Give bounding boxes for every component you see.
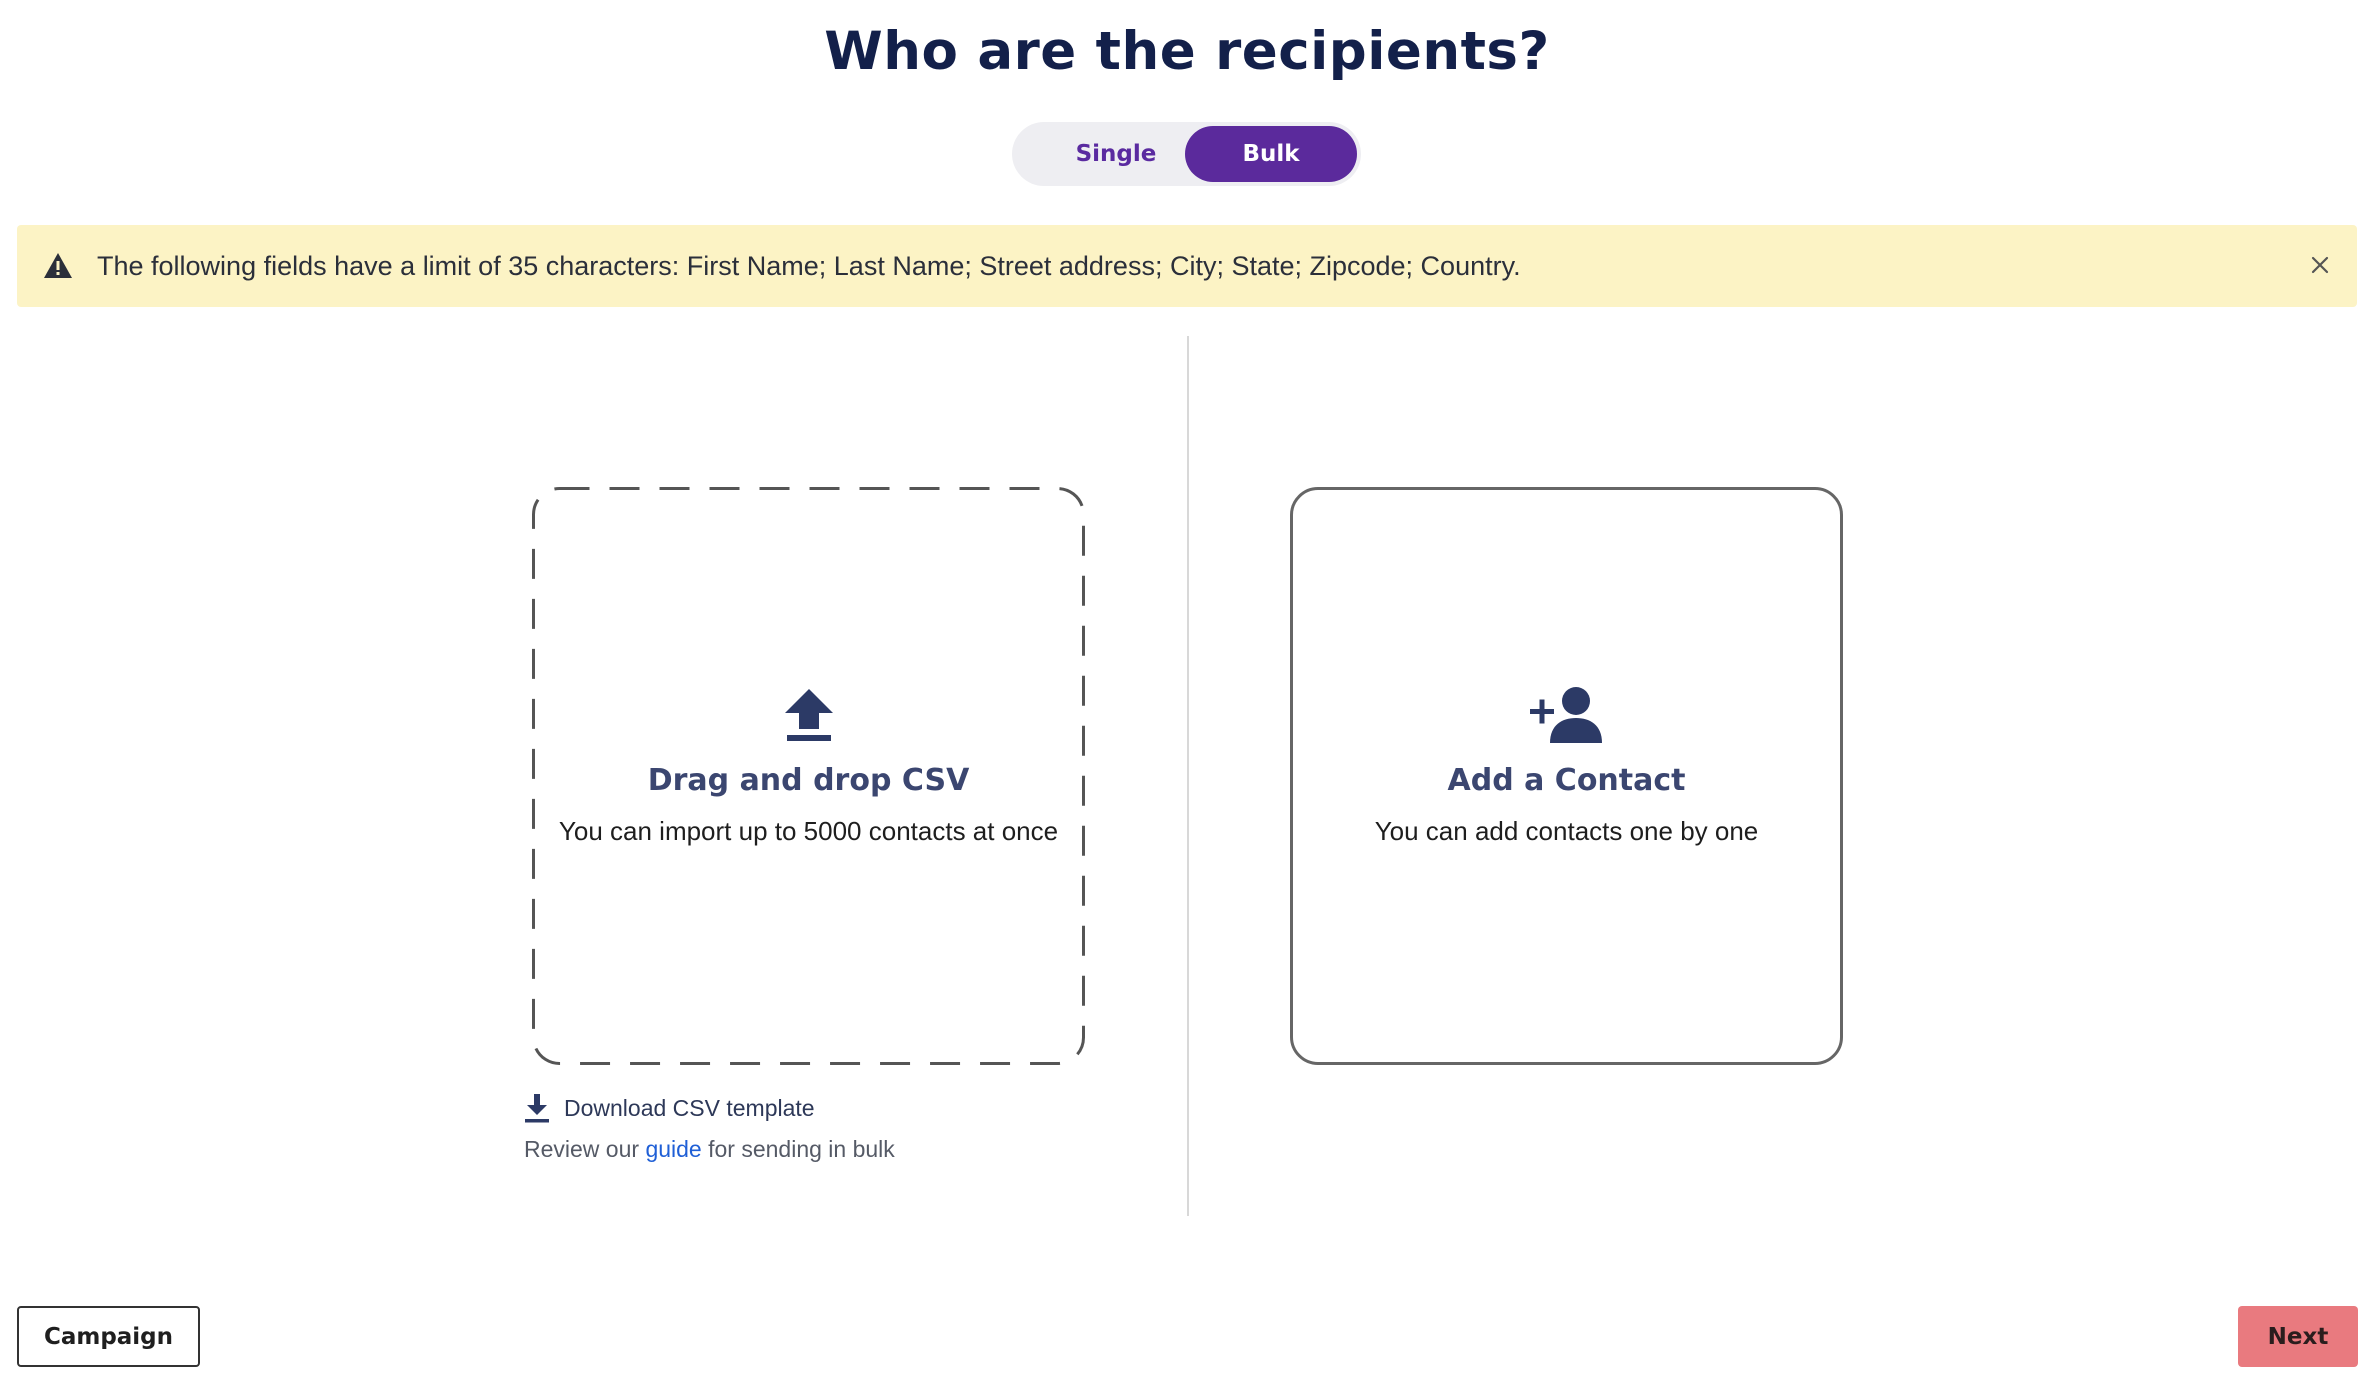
download-csv-template-label: Download CSV template xyxy=(564,1094,815,1121)
csv-card-subtitle: You can import up to 5000 contacts at on… xyxy=(558,816,1059,846)
add-person-icon xyxy=(1528,685,1606,745)
review-prefix: Review our xyxy=(524,1136,646,1162)
guide-link[interactable]: guide xyxy=(645,1136,701,1162)
next-button[interactable]: Next xyxy=(2238,1306,2358,1367)
download-csv-template-link[interactable]: Download CSV template xyxy=(524,1088,815,1128)
csv-card-title: Drag and drop CSV xyxy=(647,763,970,798)
add-contact-title: Add a Contact xyxy=(1447,763,1686,798)
upload-icon xyxy=(779,685,839,745)
column-divider xyxy=(1187,336,1189,1216)
add-contact-subtitle: You can add contacts one by one xyxy=(1374,816,1759,846)
toggle-single-button[interactable]: Single xyxy=(1030,126,1202,182)
csv-dropzone[interactable]: Drag and drop CSV You can import up to 5… xyxy=(532,487,1085,1065)
campaign-back-button[interactable]: Campaign xyxy=(17,1306,200,1367)
recipient-mode-toggle: Single Bulk xyxy=(1012,122,1361,186)
add-contact-card[interactable]: Add a Contact You can add contacts one b… xyxy=(1290,487,1843,1065)
review-guide-text: Review our guide for sending in bulk xyxy=(524,1136,895,1163)
alert-message: The following fields have a limit of 35 … xyxy=(97,251,1521,281)
character-limit-alert: The following fields have a limit of 35 … xyxy=(17,225,2357,307)
download-icon xyxy=(524,1093,550,1123)
page-title: Who are the recipients? xyxy=(824,21,1550,82)
toggle-bulk-button[interactable]: Bulk xyxy=(1185,126,1357,182)
close-icon[interactable] xyxy=(2305,250,2335,280)
review-suffix: for sending in bulk xyxy=(701,1136,895,1162)
warning-triangle-icon xyxy=(43,252,73,280)
